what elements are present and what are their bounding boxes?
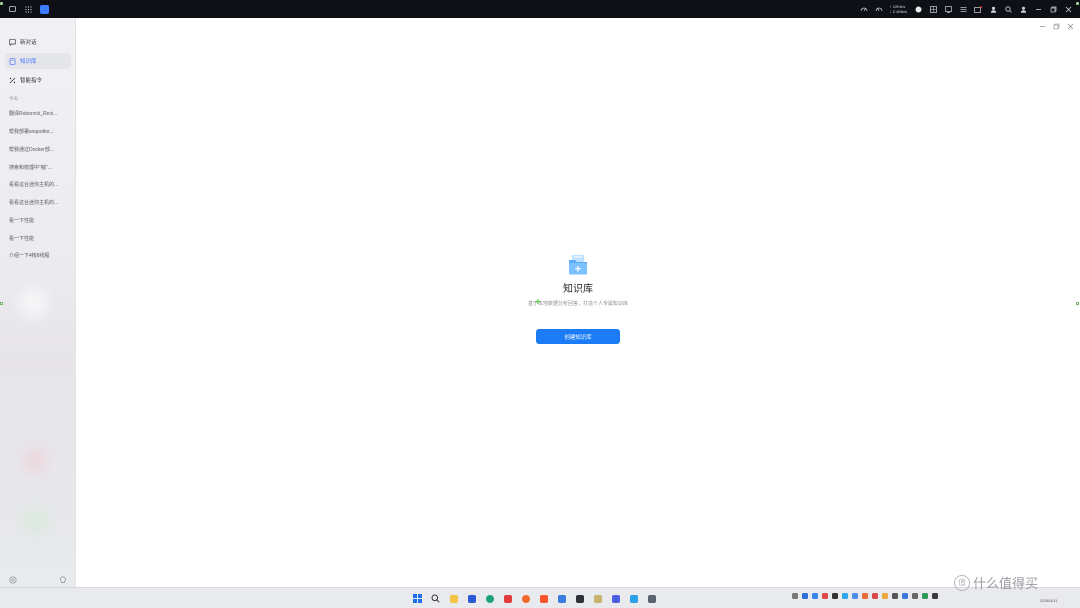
tray-app-icon[interactable]: [872, 593, 878, 599]
sidebar-item-label: 知识库: [20, 59, 37, 65]
tray-app-icon[interactable]: [912, 593, 918, 599]
tray-app-icon[interactable]: [922, 593, 928, 599]
history-item[interactable]: 搜索和梳理中"缩"...: [9, 164, 69, 171]
decorative-blur: [18, 288, 48, 318]
resize-handle[interactable]: [1076, 2, 1079, 5]
watermark-text: 什么值得买: [973, 576, 1039, 591]
user-icon[interactable]: [989, 5, 997, 13]
tray-app-icon[interactable]: [802, 593, 808, 599]
terminal-icon[interactable]: [572, 591, 587, 606]
start-icon[interactable]: [410, 591, 425, 606]
file-explorer-icon[interactable]: [446, 591, 461, 606]
sidebar: 新对话 知识库 智能指令 今天 翻译Roborock_Revi... 帮我部署s…: [0, 18, 76, 587]
knowledge-base-empty-state: 知识库 基于本地数据分析回答，打造个人专属知识库 创建知识库: [450, 254, 706, 344]
tray-app-icon[interactable]: [902, 593, 908, 599]
tray-app-icon[interactable]: [822, 593, 828, 599]
window-icon[interactable]: [8, 5, 16, 13]
app-logo-icon[interactable]: [40, 4, 49, 14]
taskbar-date: 2026/3/11: [1040, 598, 1058, 603]
taskbar-search-icon[interactable]: [428, 591, 443, 606]
firefox-icon[interactable]: [518, 591, 533, 606]
book-icon: [9, 57, 16, 65]
tray-app-icon[interactable]: [892, 593, 898, 599]
restore-icon[interactable]: [1049, 5, 1057, 13]
tray-app-icon[interactable]: [842, 593, 848, 599]
watermark: 值 什么值得买: [954, 573, 1038, 592]
app-icon[interactable]: [608, 591, 623, 606]
history-section-label: 今天: [9, 96, 18, 101]
speed-meter-icon[interactable]: [875, 5, 883, 13]
history-item[interactable]: 翻译Roborock_Revi...: [9, 110, 69, 117]
history-item[interactable]: 介绍一下4核8线程: [9, 252, 69, 259]
history-item[interactable]: 看一下性能: [9, 217, 69, 224]
minimize-button[interactable]: [1038, 22, 1046, 30]
top-system-bar: ↑ 22Kb/s ↓ 2.4Mb/s: [0, 0, 1080, 18]
system-tray: [792, 593, 938, 599]
list-icon[interactable]: [959, 5, 967, 13]
create-knowledge-base-button[interactable]: 创建知识库: [536, 329, 620, 344]
status-dot-icon[interactable]: [914, 5, 922, 13]
grid-icon[interactable]: [929, 5, 937, 13]
app-icon[interactable]: [644, 591, 659, 606]
store-icon[interactable]: [464, 591, 479, 606]
monitor-icon[interactable]: [944, 5, 952, 13]
sidebar-item-new-chat[interactable]: 新对话: [5, 34, 71, 50]
tool-icon[interactable]: [554, 591, 569, 606]
minimize-icon[interactable]: [1034, 5, 1042, 13]
sidebar-item-label: 新对话: [20, 40, 37, 46]
tray-app-icon[interactable]: [932, 593, 938, 599]
chevron-up-icon[interactable]: [792, 593, 798, 599]
history-item[interactable]: 看看这台迷你主机的...: [9, 181, 69, 188]
net-down-text: ↓ 2.4Mb/s: [889, 9, 907, 14]
account-icon[interactable]: [1019, 5, 1027, 13]
lightbulb-icon[interactable]: [59, 571, 67, 583]
tray-app-icon[interactable]: [852, 593, 858, 599]
knowledge-folder-icon: [569, 255, 587, 275]
page-title: 知识库: [563, 284, 593, 295]
tray-app-icon[interactable]: [812, 593, 818, 599]
taskbar: [0, 587, 1080, 608]
notification-icon[interactable]: [974, 5, 982, 13]
settings-icon[interactable]: [9, 571, 17, 584]
chat-icon: [9, 38, 16, 46]
watermark-logo: 值: [954, 574, 970, 591]
close-icon[interactable]: [1064, 5, 1072, 13]
history-item[interactable]: 看一下性能: [9, 235, 69, 242]
magic-wand-icon: [9, 77, 16, 83]
cursor-plus-icon: +: [535, 297, 541, 308]
taskbar-apps: [410, 591, 659, 606]
search-icon[interactable]: [1004, 5, 1012, 13]
resize-handle[interactable]: [0, 2, 3, 5]
sidebar-item-label: 智能指令: [20, 78, 43, 84]
page-description: 基于本地数据分析回答，打造个人专属知识库: [527, 301, 628, 307]
history-item[interactable]: 看看这台迷你主机的...: [9, 199, 69, 206]
app-icon[interactable]: [626, 591, 641, 606]
apps-grid-icon[interactable]: [24, 5, 32, 13]
tray-app-icon[interactable]: [862, 593, 868, 599]
tray-app-icon[interactable]: [832, 593, 838, 599]
close-button[interactable]: [1066, 22, 1074, 30]
app-icon[interactable]: [590, 591, 605, 606]
edge-icon[interactable]: [482, 591, 497, 606]
window-controls: [1038, 22, 1074, 30]
maximize-button[interactable]: [1052, 22, 1060, 30]
brave-icon[interactable]: [536, 591, 551, 606]
decorative-blur: [22, 448, 48, 474]
sidebar-item-smart-commands[interactable]: 智能指令: [5, 72, 71, 88]
gauge-icon[interactable]: [860, 5, 868, 13]
wps-icon[interactable]: [500, 591, 515, 606]
sidebar-item-knowledge-base[interactable]: 知识库: [5, 53, 71, 69]
resize-handle[interactable]: [1076, 302, 1079, 305]
tray-app-icon[interactable]: [882, 593, 888, 599]
resize-handle[interactable]: [0, 302, 3, 305]
network-speed: ↑ 22Kb/s ↓ 2.4Mb/s: [890, 4, 907, 14]
history-item[interactable]: 帮我通过Docker部...: [9, 146, 69, 153]
decorative-blur: [22, 508, 48, 534]
history-item[interactable]: 帮我部署snapotter...: [9, 128, 69, 135]
